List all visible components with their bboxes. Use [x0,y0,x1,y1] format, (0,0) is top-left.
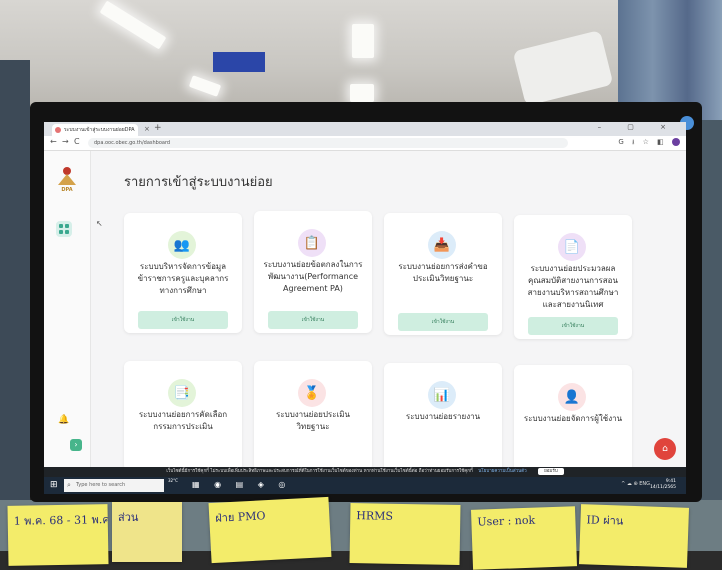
forward-icon[interactable]: → [62,137,69,146]
sticky-note: 1 พ.ค. 68 - 31 พ.ค. 69 [7,504,109,566]
web-app: DPA 🔔 › ↖ รายการเข้าสู่ระบบงานย่อย 👥 ระบ… [44,151,686,475]
system-tray[interactable]: ^ ☁ ⊕ ENG [621,481,650,487]
card-academic-assessment[interactable]: 🏅 ระบบงานย่อยประเมินวิทยฐานะ [254,361,372,471]
toolbar-icons-text: G ⭳ ☆ ◧ [618,138,667,146]
sticky-note: HRMS [349,503,461,565]
badge-icon: 🏅 [298,379,326,407]
card-label: ระบบงานย่อยประมวลผลคุณสมบัติสายงานการสอน… [527,264,619,309]
card-teacher-data[interactable]: 👥 ระบบบริหารจัดการข้อมูลข้าราชการครูและบ… [124,213,242,333]
chart-report-icon: 📊 [428,381,456,409]
dpa-logo-icon [58,167,76,185]
ceiling-light [350,84,374,102]
mouse-cursor-icon: ↖ [96,219,103,228]
screen: ระบบงานเข้าสู่ระบบงานย่อยDPA × + – ▢ × ←… [44,122,686,494]
taskbar-app-icons[interactable]: ▦ ◉ ▤ ◈ ◎ [192,480,291,489]
user-settings-icon: 👤 [558,383,586,411]
dashboard-grid-icon[interactable] [56,221,72,237]
enter-button[interactable]: เข้าใช้งาน [398,313,488,331]
card-committee-selection[interactable]: 📑 ระบบงานย่อยการคัดเลือกกรรมการประเมิน [124,361,242,471]
home-fab-button[interactable]: ⌂ [654,438,676,460]
address-bar: ← → C dpa.ooc.obec.go.th/dashboard G ⭳ ☆… [44,136,686,151]
profile-avatar-icon[interactable] [672,138,680,146]
file-list-icon: 📑 [168,379,196,407]
bell-icon[interactable]: 🔔 [58,415,69,425]
window-controls[interactable]: – ▢ × [598,123,678,131]
card-label: ระบบงานย่อยประเมินวิทยฐานะ [276,410,350,431]
browser-tab[interactable]: ระบบงานเข้าสู่ระบบงานย่อยDPA [52,124,138,136]
sticky-note: ฝ่าย PMO [208,496,332,564]
users-icon: 👥 [168,231,196,259]
page-title: รายการเข้าสู่ระบบงานย่อย [124,175,273,190]
cookie-accept-button[interactable]: ยอมรับ [538,468,564,475]
card-user-management[interactable]: 👤 ระบบงานย่อยจัดการผู้ใช้งาน [514,365,632,475]
enter-button[interactable]: เข้าใช้งาน [528,317,618,335]
tab-close-icon[interactable]: × [144,125,150,133]
windows-start-icon[interactable]: ⊞ [50,480,58,490]
ceiling-light [352,24,374,58]
sticky-note: ID ผ่าน [578,504,690,568]
left-wall [0,60,30,530]
enter-button[interactable]: เข้าใช้งาน [138,311,228,329]
favicon-icon [55,127,61,133]
sticky-note: ส่วน [112,502,182,562]
search-placeholder: Type here to search [76,482,126,488]
enter-button[interactable]: เข้าใช้งาน [268,311,358,329]
windows-taskbar: ⊞ ⌕ Type here to search 32°C ▦ ◉ ▤ ◈ ◎ ^… [44,477,686,494]
document-icon: 📄 [558,233,586,261]
sidebar: DPA 🔔 › [44,151,91,467]
logo-text: DPA [61,187,73,193]
card-performance-agreement[interactable]: 📋 ระบบงานย่อยข้อตกลงในการพัฒนางาน(Perfor… [254,211,372,333]
clock-date: 14/11/2565 [650,485,676,490]
search-icon: ⌕ [67,481,71,489]
cookie-consent-bar: เว็บไซต์นี้มีการใช้คุกกี้ ไม่ระบบเพื่อเพ… [44,467,686,477]
inbox-icon: 📥 [428,231,456,259]
card-qualification-processing[interactable]: 📄 ระบบงานย่อยประมวลผลคุณสมบัติสายงานการส… [514,215,632,339]
browser-tabbar: ระบบงานเข้าสู่ระบบงานย่อยDPA × + – ▢ × [44,122,686,136]
back-icon[interactable]: ← [50,137,57,146]
taskbar-clock[interactable]: 9:41 14/11/2565 [650,479,676,491]
weather-widget[interactable]: 32°C [168,478,178,484]
taskbar-search-input[interactable]: ⌕ Type here to search [64,479,164,492]
monitor: ระบบงานเข้าสู่ระบบงานย่อยDPA × + – ▢ × ←… [30,102,702,502]
sticky-note: User : nok [470,506,578,570]
browser-toolbar-icons[interactable]: G ⭳ ☆ ◧ [618,138,680,149]
wall-sign [213,52,265,72]
card-label: ระบบงานย่อยการคัดเลือกกรรมการประเมิน [138,410,228,431]
cookie-text: เว็บไซต์นี้มีการใช้คุกกี้ ไม่ระบบเพื่อเพ… [166,469,473,474]
privacy-policy-link[interactable]: นโยบายความเป็นส่วนตัว [478,469,526,474]
card-label: ระบบงานย่อยจัดการผู้ใช้งาน [523,414,623,423]
card-reports[interactable]: 📊 ระบบงานย่อยรายงาน [384,363,502,473]
url-input[interactable]: dpa.ooc.obec.go.th/dashboard [88,138,568,148]
reload-icon[interactable]: C [74,137,80,146]
tab-title: ระบบงานเข้าสู่ระบบงานย่อยDPA [64,127,135,133]
new-tab-icon[interactable]: + [154,123,162,133]
card-label: ระบบงานย่อยการส่งคำขอประเมินวิทยฐานะ [398,262,488,283]
card-label: ระบบงานย่อยรายงาน [405,412,481,421]
card-label: ระบบบริหารจัดการข้อมูลข้าราชการครูและบุค… [137,262,229,295]
card-label: ระบบงานย่อยข้อตกลงในการพัฒนางาน(Performa… [263,260,363,293]
clipboard-icon: 📋 [298,229,326,257]
card-academic-standing-request[interactable]: 📥 ระบบงานย่อยการส่งคำขอประเมินวิทยฐานะ เ… [384,213,502,335]
sidebar-expand-button[interactable]: › [70,439,82,451]
